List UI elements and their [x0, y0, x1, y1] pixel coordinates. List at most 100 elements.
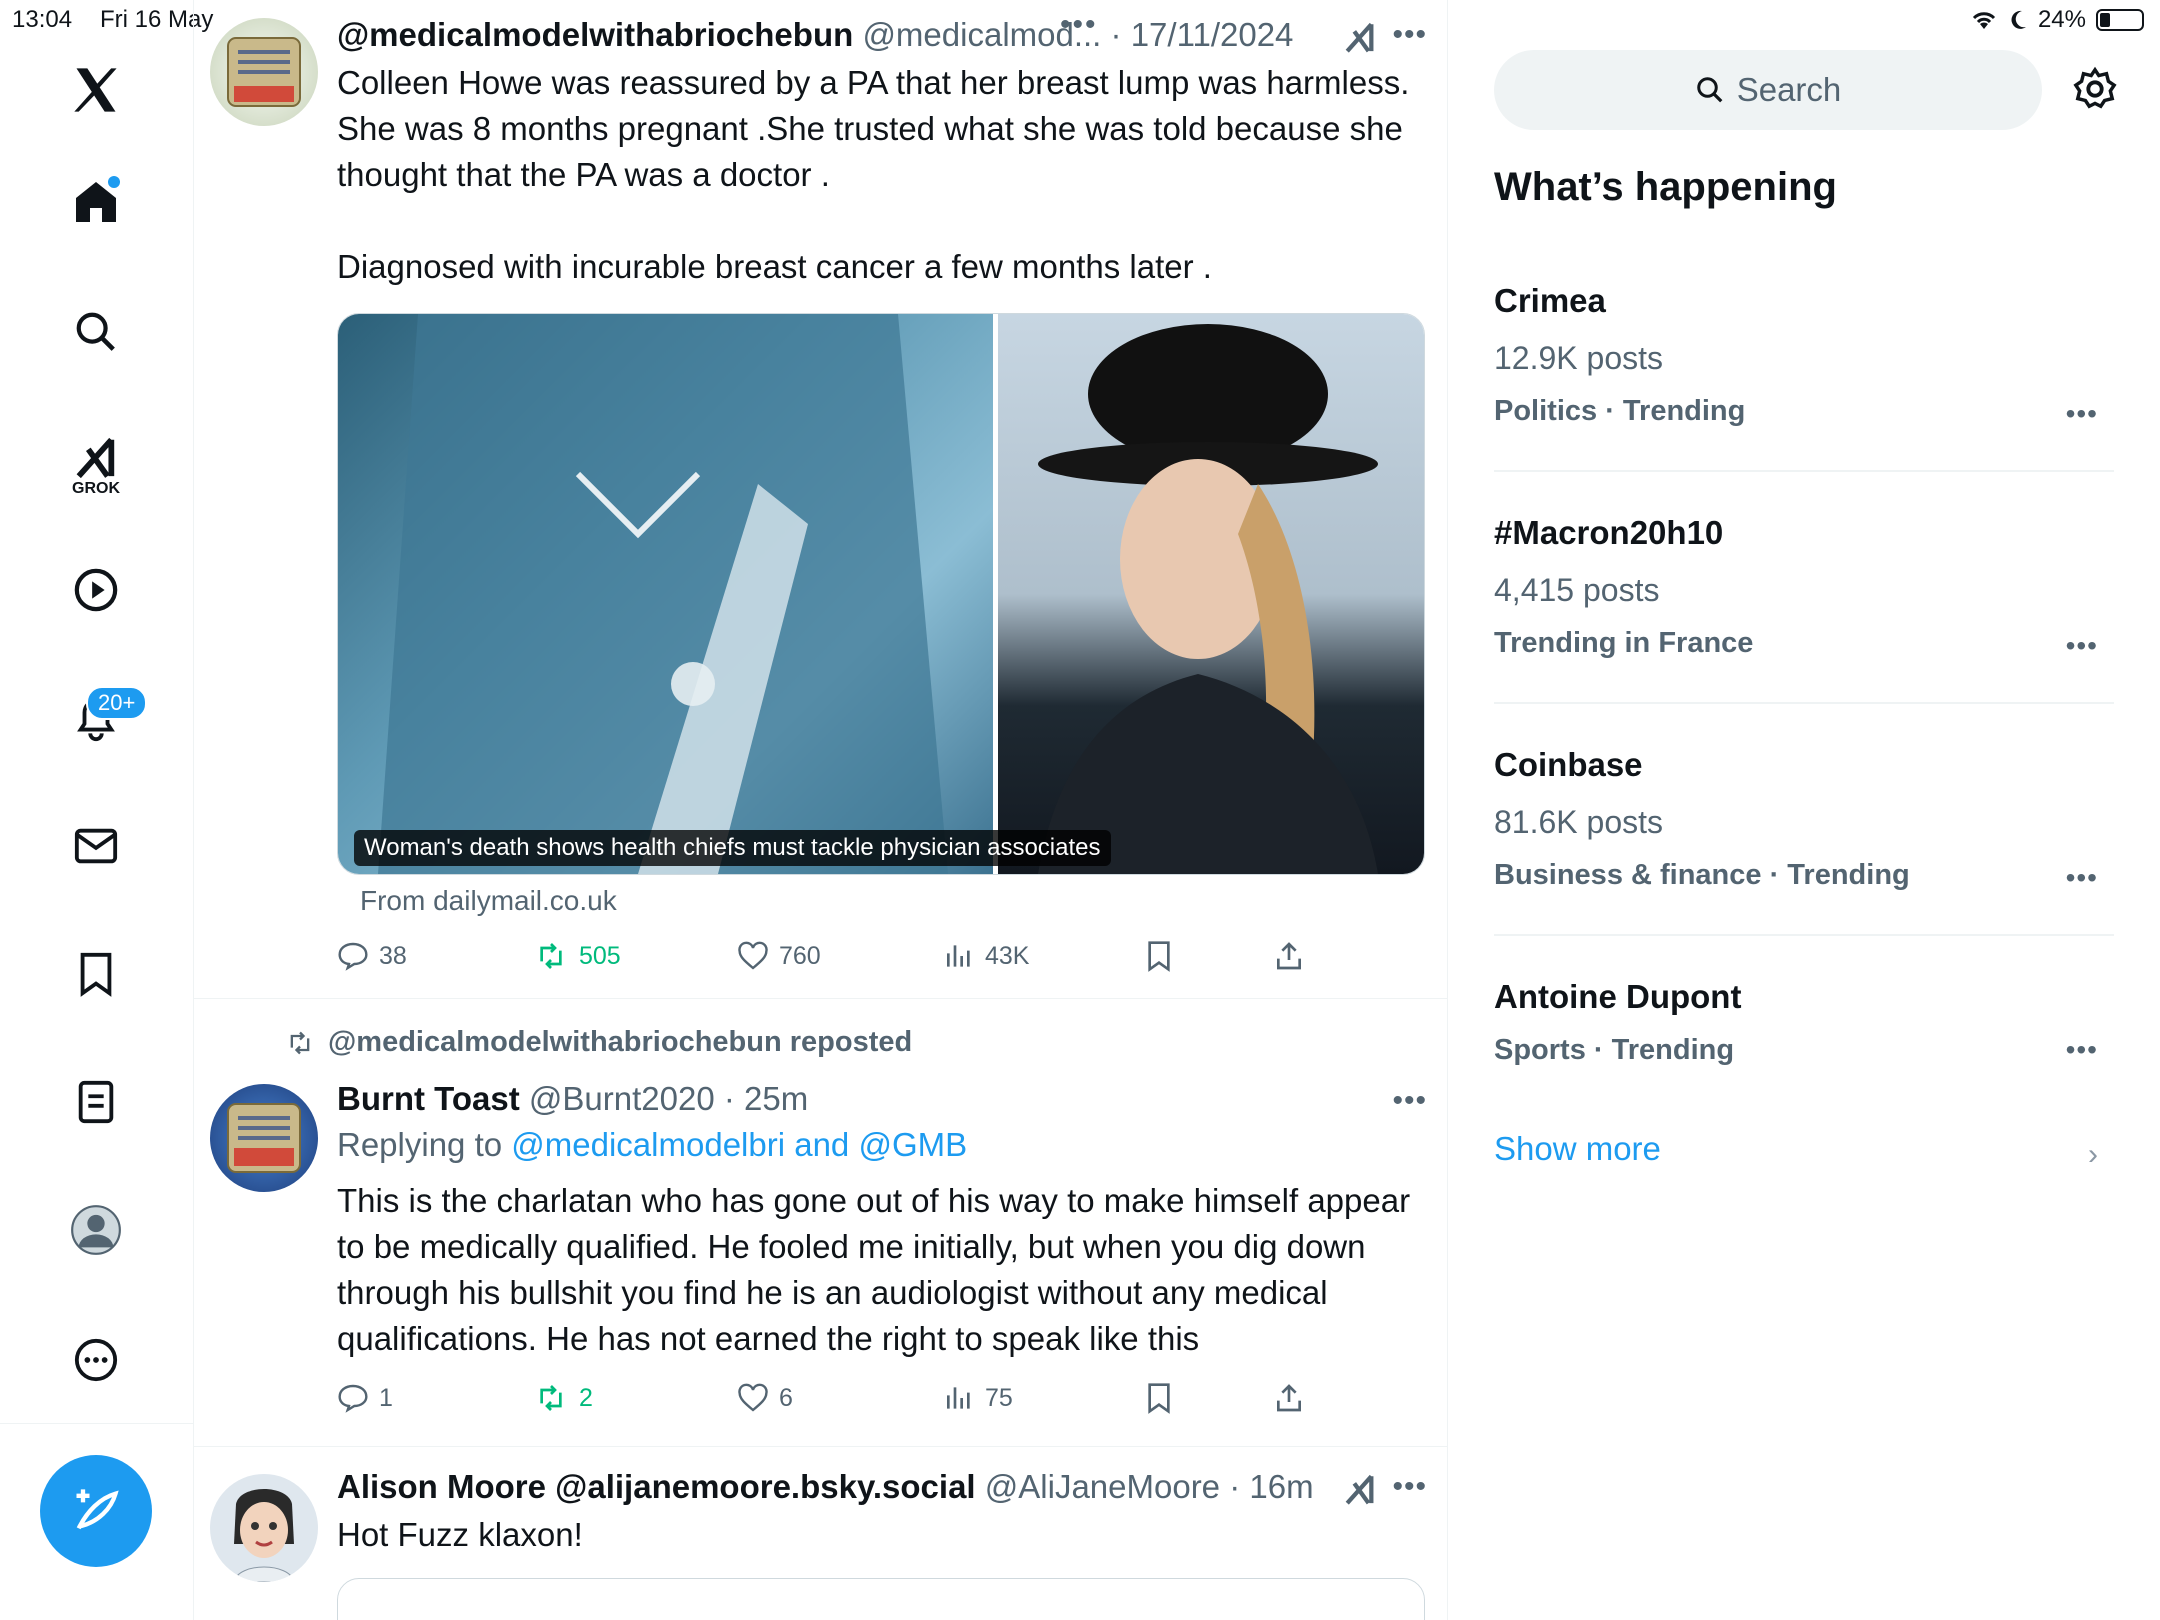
trend-title: Crimea: [1494, 282, 1606, 319]
tweet-actions: 38 505 760 43K: [337, 940, 1337, 980]
notifications-bell-icon[interactable]: 20+: [66, 686, 148, 750]
author-handle[interactable]: @AliJaneMoore: [985, 1468, 1220, 1505]
grok-label: GROK: [72, 479, 120, 497]
repost-icon: [290, 1031, 310, 1054]
reply-count: 38: [379, 941, 407, 970]
show-more-link[interactable]: Show more: [1494, 1130, 1661, 1168]
media-image-right: [998, 314, 1424, 874]
tweet-item[interactable]: Alison Moore @alijanemoore.bsky.social @…: [194, 1448, 1447, 1620]
tweet-actions: 1 2 6 75: [337, 1382, 1337, 1422]
replying-prefix: Replying to: [337, 1126, 503, 1163]
repost-count: 505: [579, 941, 621, 970]
trend-category: Politics · Trending: [1494, 395, 1746, 427]
trend-post-count: 12.9K posts: [1494, 340, 1663, 376]
home-icon[interactable]: [66, 172, 126, 232]
tweet-header: Burnt Toast @Burnt2020 · 25m: [337, 1080, 809, 1117]
trend-more-icon[interactable]: •••: [2066, 1034, 2098, 1066]
replying-to-handles[interactable]: @medicalmodelbri and @GMB: [511, 1126, 967, 1163]
settings-gear-icon[interactable]: [2072, 66, 2118, 117]
profile-avatar-icon[interactable]: [66, 1200, 126, 1260]
tweet-text-continued: Diagnosed with incurable breast cancer a…: [337, 248, 1212, 285]
grok-nav-item[interactable]: GROK: [66, 428, 126, 503]
tweet-header: @medicalmodelwithabriochebun @medicalmod…: [337, 16, 1294, 53]
repost-context-label[interactable]: @medicalmodelwithabriochebun reposted: [328, 1026, 912, 1059]
heart-icon: [738, 1383, 768, 1412]
share-icon: [1277, 1384, 1301, 1412]
messages-envelope-icon[interactable]: [66, 816, 126, 876]
quoted-tweet-card[interactable]: [337, 1578, 1425, 1620]
tweet-more-icon[interactable]: •••: [1392, 18, 1427, 52]
trend-item[interactable]: Antoine Dupont Sports · Trending •••: [1494, 978, 2114, 1067]
search-icon: [1696, 77, 1723, 103]
search-input[interactable]: Search: [1494, 50, 2042, 130]
tweet-item[interactable]: @medicalmodelwithabriochebun reposted Bu…: [194, 1000, 1447, 1440]
reply-button[interactable]: 38: [337, 940, 407, 972]
share-button[interactable]: [1273, 1382, 1305, 1414]
tweet-author-avatar[interactable]: [210, 1474, 318, 1582]
like-button[interactable]: 760: [737, 940, 821, 972]
compose-post-button[interactable]: [40, 1455, 152, 1567]
tweet-text: Hot Fuzz klaxon!: [337, 1516, 583, 1553]
trend-item[interactable]: Coinbase 81.6K posts Business & finance …: [1494, 746, 2114, 894]
tweet-timestamp[interactable]: 17/11/2024: [1131, 16, 1294, 53]
search-placeholder: Search: [1736, 71, 1842, 108]
tweet-more-icon[interactable]: •••: [1392, 1084, 1427, 1118]
repost-button[interactable]: 505: [533, 940, 621, 972]
trend-post-count: 4,415 posts: [1494, 572, 1660, 608]
tweet-timestamp[interactable]: 25m: [744, 1080, 808, 1117]
tweet-media-card[interactable]: Woman's death shows health chiefs must t…: [337, 313, 1425, 875]
reply-count: 1: [379, 1383, 393, 1412]
author-name[interactable]: @medicalmodelwithabriochebun: [337, 16, 853, 53]
like-button[interactable]: 6: [737, 1382, 793, 1414]
bookmarks-icon[interactable]: [66, 944, 126, 1004]
author-handle[interactable]: @Burnt2020: [529, 1080, 715, 1117]
trend-category: Business & finance · Trending: [1494, 859, 1910, 891]
replying-to: Replying to @medicalmodelbri and @GMB: [337, 1126, 1417, 1164]
views-chart-icon: [947, 945, 970, 967]
video-play-icon[interactable]: [66, 560, 126, 620]
trend-title: Coinbase: [1494, 746, 1643, 783]
reply-icon: [338, 942, 368, 971]
chevron-right-icon: ›: [2088, 1138, 2098, 1171]
trend-item[interactable]: Crimea 12.9K posts Politics · Trending •…: [1494, 282, 2114, 430]
repost-button[interactable]: 2: [533, 1382, 593, 1414]
home-notification-dot: [108, 176, 120, 188]
tweet-text: This is the charlatan who has gone out o…: [337, 1182, 1411, 1357]
bookmark-button[interactable]: [1143, 1382, 1175, 1414]
trend-divider: [1494, 934, 2114, 936]
tweet-author-avatar[interactable]: [210, 18, 318, 126]
repost-context: @medicalmodelwithabriochebun reposted: [284, 1026, 912, 1059]
author-handle[interactable]: @medicalmod...: [862, 16, 1101, 53]
side-navigation: GROK 20+: [0, 0, 194, 1620]
tweet-author-avatar[interactable]: [210, 1084, 318, 1192]
trend-more-icon[interactable]: •••: [2066, 630, 2098, 662]
tweet-timestamp[interactable]: 16m: [1249, 1468, 1313, 1505]
heart-icon: [738, 941, 768, 970]
trend-more-icon[interactable]: •••: [2066, 398, 2098, 430]
reply-button[interactable]: 1: [337, 1382, 393, 1414]
author-name[interactable]: Burnt Toast: [337, 1080, 520, 1117]
bookmark-button[interactable]: [1143, 940, 1175, 972]
more-options-icon[interactable]: [66, 1330, 126, 1390]
views-button[interactable]: 43K: [943, 940, 1029, 972]
share-button[interactable]: [1273, 940, 1305, 972]
link-source[interactable]: From dailymail.co.uk: [360, 885, 617, 917]
tweet-more-icon[interactable]: •••: [1392, 1470, 1427, 1504]
trend-item[interactable]: #Macron20h10 4,415 posts Trending in Fra…: [1494, 514, 2114, 662]
trend-more-icon[interactable]: •••: [2066, 862, 2098, 894]
explore-search-icon[interactable]: [66, 302, 126, 362]
tweet-header: Alison Moore @alijanemoore.bsky.social @…: [337, 1468, 1314, 1505]
whats-happening-heading: What’s happening: [1494, 165, 1837, 209]
grok-explain-icon[interactable]: [1343, 20, 1377, 59]
lists-icon[interactable]: [66, 1072, 126, 1132]
x-logo-icon[interactable]: [66, 60, 126, 120]
media-image-left: [338, 314, 993, 874]
grok-explain-icon[interactable]: [1343, 1472, 1377, 1511]
views-button[interactable]: 75: [943, 1382, 1013, 1414]
trend-divider: [1494, 702, 2114, 704]
tweet-item[interactable]: @medicalmodelwithabriochebun @medicalmod…: [194, 0, 1447, 1000]
author-name[interactable]: Alison Moore @alijanemoore.bsky.social: [337, 1468, 976, 1505]
views-count: 75: [985, 1383, 1013, 1412]
trend-post-count: 81.6K posts: [1494, 804, 1663, 840]
views-count: 43K: [985, 941, 1030, 970]
